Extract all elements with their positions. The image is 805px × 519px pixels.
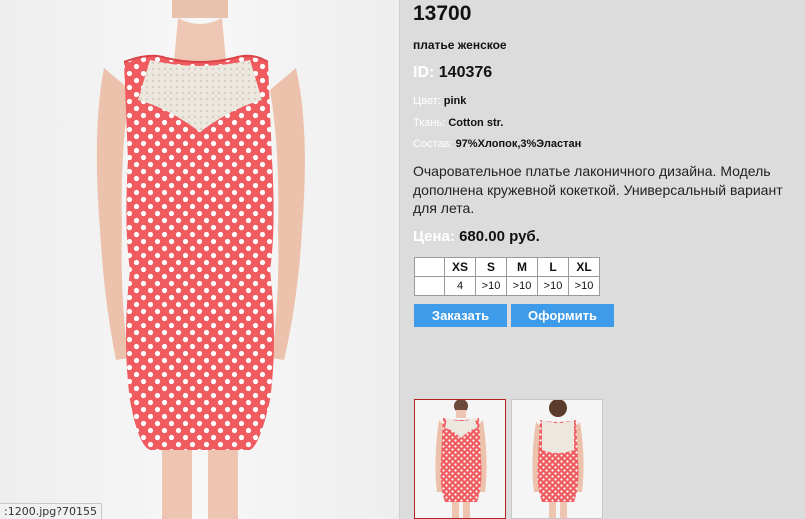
id-value: 140376	[438, 64, 493, 81]
attribute-composition: Состав: 97%Хлопок,3%Эластан	[413, 138, 581, 150]
attribute-value: 97%Хлопок,3%Эластан	[455, 138, 582, 150]
product-description: Очаровательное платье лаконичного дизайн…	[413, 163, 783, 216]
order-button[interactable]: Заказать	[414, 304, 507, 327]
size-stock-row: 4 >10 >10 >10 >10	[414, 276, 600, 296]
attribute-color: Цвет: pink	[413, 95, 466, 107]
thumbnail-back-image	[532, 400, 584, 518]
attribute-key: Ткань:	[413, 117, 446, 129]
size-header-cell	[414, 257, 445, 277]
price-value: 680.00 руб.	[459, 228, 540, 245]
product-subtitle: платье женское	[413, 38, 507, 52]
size-header-row: XS S M L XL	[414, 257, 600, 277]
size-header-cell: L	[537, 257, 569, 277]
status-bar-url: :1200.jpg?70155	[0, 503, 103, 519]
attribute-fabric: Ткань: Cotton str.	[413, 117, 503, 129]
price-label: Цена:	[413, 228, 455, 245]
thumbnail-back[interactable]	[511, 399, 603, 519]
price-line: Цена: 680.00 руб.	[413, 228, 540, 245]
size-header-cell: S	[475, 257, 507, 277]
size-stock-cell	[414, 276, 445, 296]
checkout-button[interactable]: Оформить	[511, 304, 614, 327]
size-stock-cell: 4	[444, 276, 476, 296]
product-id: ID: 140376	[413, 64, 492, 82]
product-code: 13700	[413, 2, 472, 25]
model-dress-image	[96, 0, 305, 519]
id-label: ID:	[413, 64, 435, 81]
thumbnail-front[interactable]	[414, 399, 506, 519]
product-info-panel: 13700 платье женское ID: 140376 Цвет: pi…	[413, 0, 805, 519]
size-table: XS S M L XL 4 >10 >10 >10 >10	[414, 257, 600, 296]
size-stock-cell: >10	[537, 276, 569, 296]
size-header-cell: XL	[568, 257, 600, 277]
size-header-cell: XS	[444, 257, 476, 277]
size-stock-cell: >10	[568, 276, 600, 296]
thumbnail-front-image	[435, 400, 487, 518]
attribute-value: pink	[443, 95, 467, 107]
attribute-value: Cotton str.	[448, 117, 504, 129]
attribute-key: Состав:	[413, 138, 453, 150]
size-stock-cell: >10	[475, 276, 507, 296]
size-stock-cell: >10	[506, 276, 538, 296]
attribute-key: Цвет:	[413, 95, 441, 107]
size-header-cell: M	[506, 257, 538, 277]
main-product-photo[interactable]: :1200.jpg?70155	[0, 0, 400, 519]
